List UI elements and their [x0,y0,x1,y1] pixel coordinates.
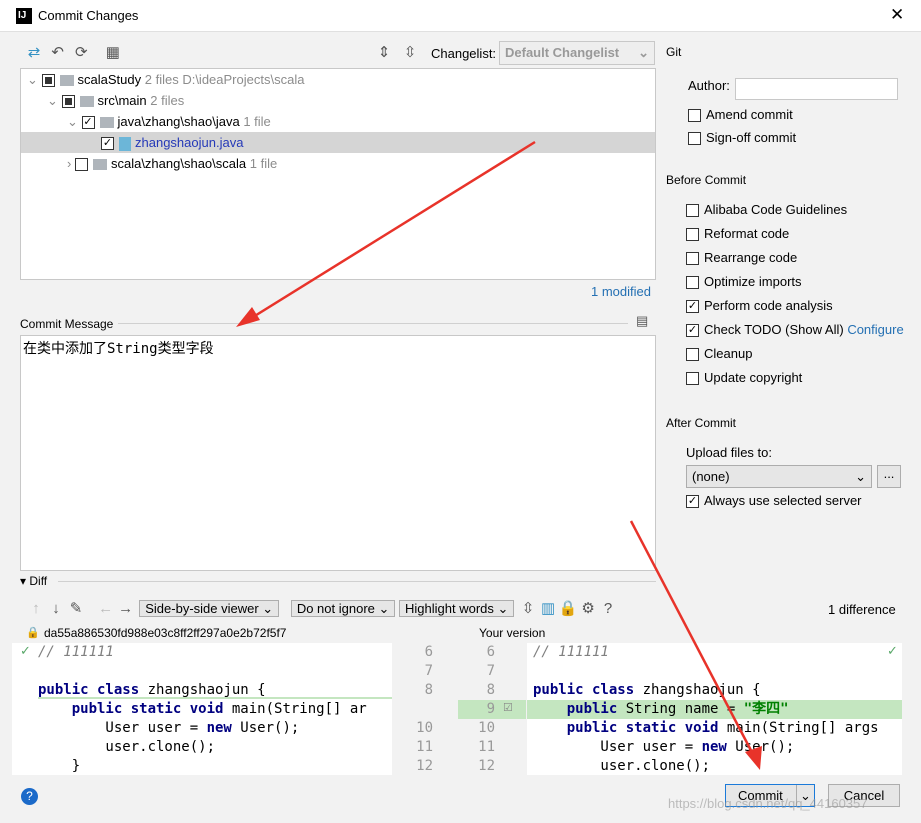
annotation-arrows [236,140,762,770]
